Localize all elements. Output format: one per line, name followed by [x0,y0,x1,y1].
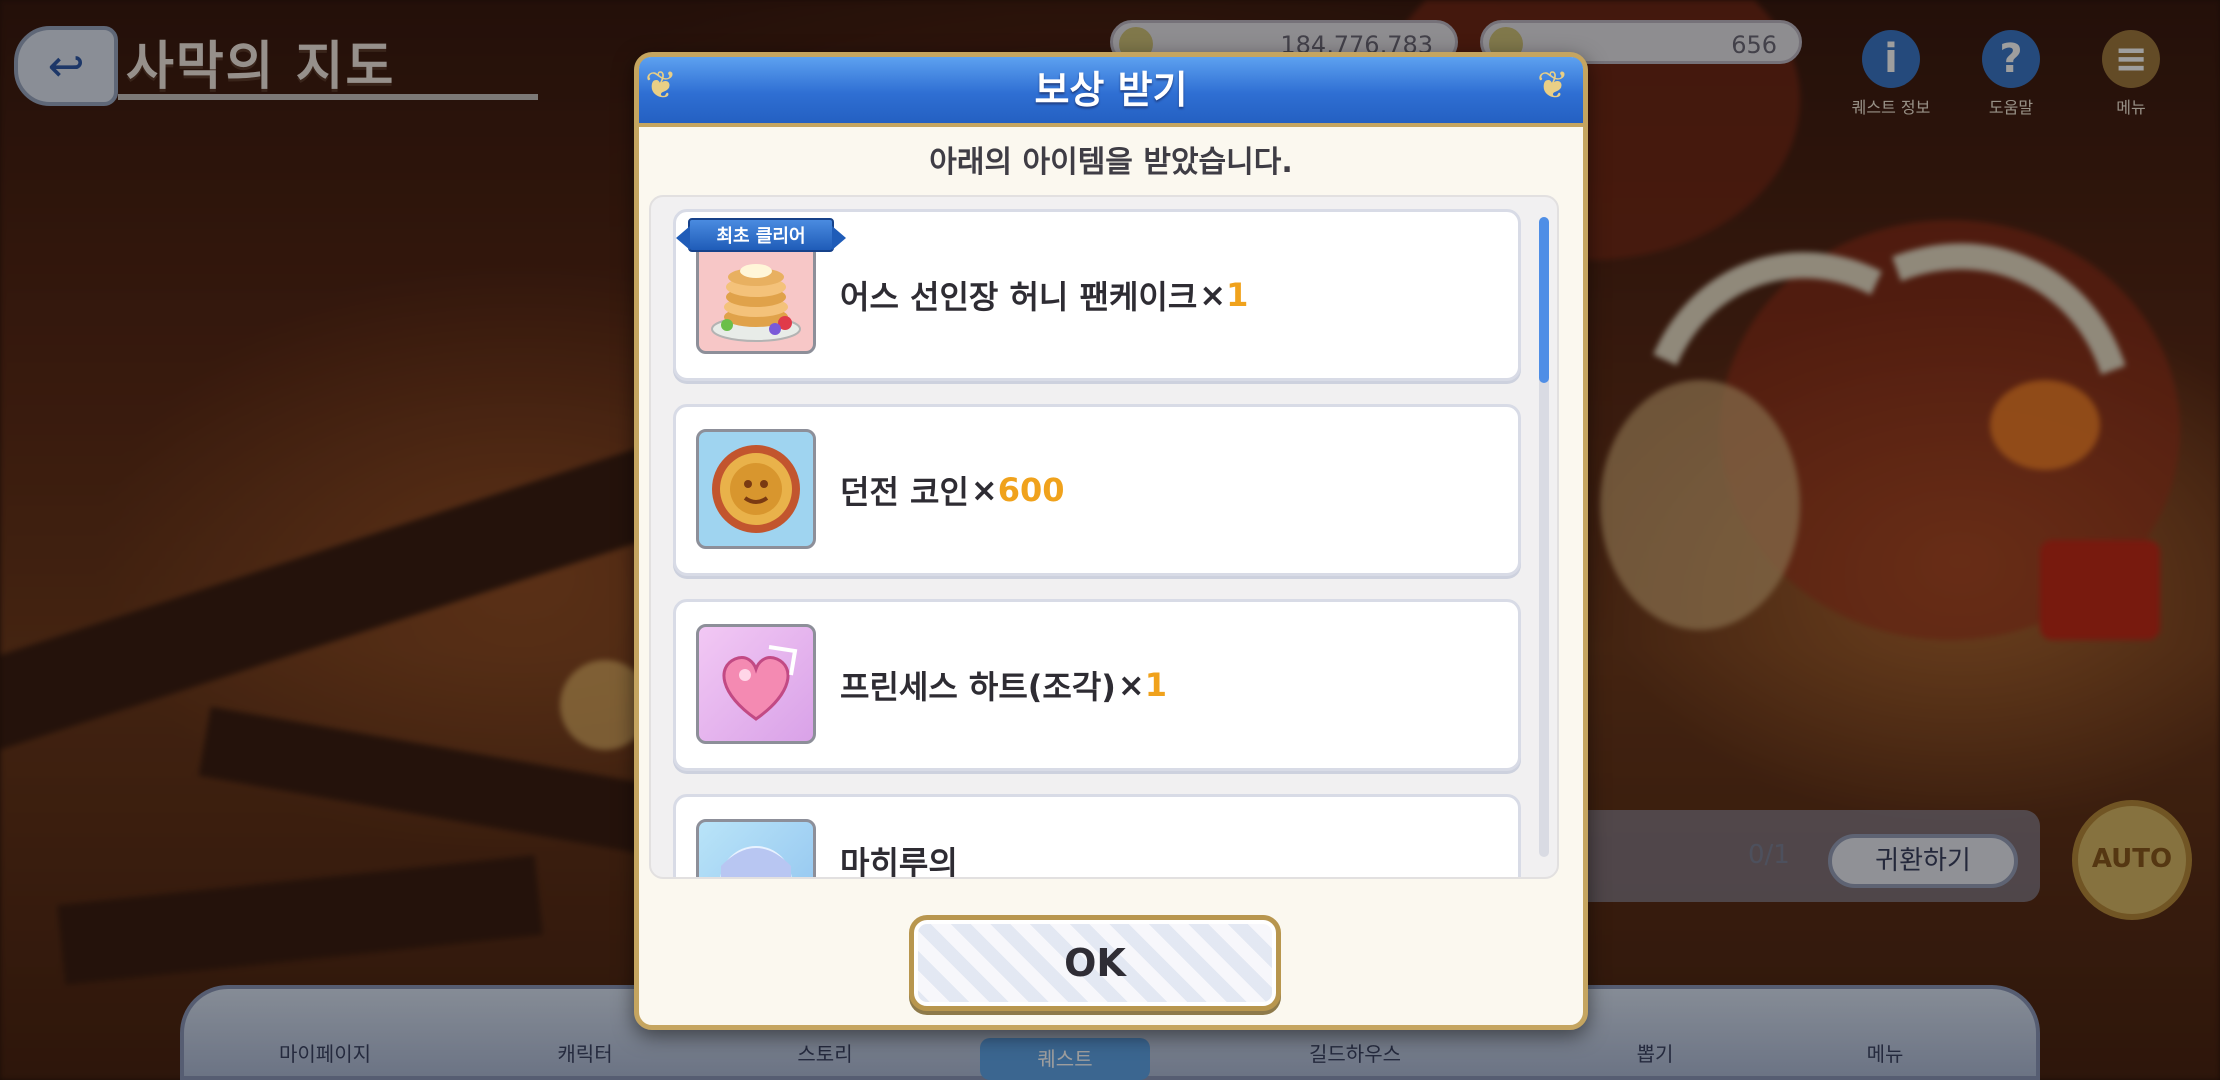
reward-item-text: 어스 선인장 허니 팬케이크 × 1 [840,212,1248,378]
reward-item-text: 프린세스 하트(조각) × 1 [840,602,1167,768]
reward-item-name: 어스 선인장 허니 팬케이크 [840,278,1198,316]
reward-item-name: 마히루의 [840,844,958,877]
dialog-header: ❦ ❦ 보상 받기 [639,57,1583,127]
multiply-sign: × [1199,276,1227,314]
reward-item: 최초 클리어 어스 선인장 허니 팬케이크 × 1 [673,209,1521,381]
reward-item-name: 던전 코인 [840,473,969,511]
reward-item-quantity: 1 [1144,666,1167,704]
reward-item: 던전 코인 × 600 [673,404,1521,576]
reward-list-scrollbar[interactable] [1539,217,1549,857]
reward-item-text: 던전 코인 × 600 [840,407,1065,573]
dialog-subtitle: 아래의 아이템을 받았습니다. [929,145,1293,180]
reward-dialog: ❦ ❦ 보상 받기 아래의 아이템을 받았습니다. 최초 클리어 어스 선인장 … [634,52,1588,1030]
reward-item-quantity: 600 [997,471,1065,509]
character-memory-piece-icon [696,819,816,877]
multiply-sign: × [970,471,998,509]
first-clear-badge: 최초 클리어 [676,218,846,252]
reward-item-name: 프린세스 하트(조각) [840,668,1116,706]
reward-item-quantity: 1 [1226,276,1249,314]
reward-item: 프린세스 하트(조각) × 1 [673,599,1521,771]
reward-list[interactable]: 최초 클리어 어스 선인장 허니 팬케이크 × 1 던전 코인 × 600 프린… [649,195,1559,879]
scrollbar-thumb[interactable] [1539,217,1549,383]
reward-item: 마히루의 [673,794,1521,877]
dialog-title: 보상 받기 [1034,68,1188,112]
multiply-sign: × [1117,666,1145,704]
reward-item-text: 마히루의 [840,825,958,877]
dungeon-coin-icon [696,429,816,549]
ok-button[interactable]: OK [909,915,1281,1011]
princess-heart-icon [696,624,816,744]
